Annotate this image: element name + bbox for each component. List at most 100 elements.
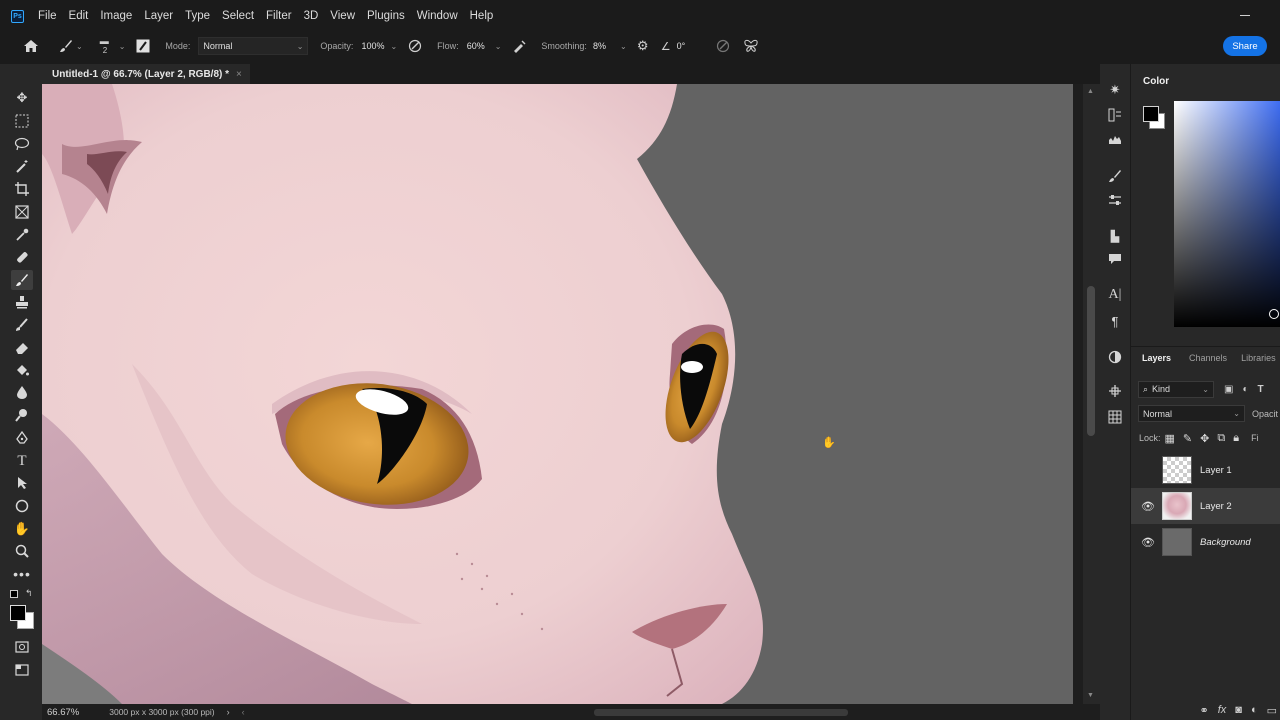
filter-type-icon[interactable]: T xyxy=(1258,384,1264,395)
scroll-left-icon[interactable]: ‹ xyxy=(242,707,245,717)
glyphs-icon[interactable]: ▙ xyxy=(1105,227,1125,245)
tab-libraries[interactable]: Libraries xyxy=(1236,353,1280,363)
lock-position-icon[interactable]: ✥ xyxy=(1200,432,1209,445)
vertical-scroll-thumb[interactable] xyxy=(1087,286,1095,436)
layer-row-layer-2[interactable]: 👁︎ Layer 2 xyxy=(1131,488,1280,524)
canvas-area[interactable]: ✋ xyxy=(42,84,1073,704)
document-tab[interactable]: Untitled-1 @ 66.7% (Layer 2, RGB/8) * × xyxy=(42,64,250,84)
minimize-window-button[interactable] xyxy=(1240,15,1250,16)
vertical-scrollbar[interactable]: ▲ ▼ xyxy=(1083,84,1100,704)
group-folder-icon[interactable]: ▭ xyxy=(1267,704,1277,717)
swatches-grid-icon[interactable] xyxy=(1105,408,1125,426)
share-button[interactable]: Share xyxy=(1223,36,1267,56)
zoom-tool-icon[interactable] xyxy=(11,541,33,561)
crop-tool-icon[interactable] xyxy=(11,179,33,199)
frame-tool-icon[interactable] xyxy=(11,202,33,222)
pressure-size-icon[interactable] xyxy=(715,39,731,53)
dodge-tool-icon[interactable] xyxy=(11,405,33,425)
home-icon[interactable] xyxy=(22,39,40,53)
blur-tool-icon[interactable] xyxy=(11,382,33,402)
path-selection-tool-icon[interactable] xyxy=(11,473,33,493)
layer-effects-icon[interactable]: fx xyxy=(1218,704,1227,716)
paint-bucket-tool-icon[interactable] xyxy=(11,360,33,380)
menu-type[interactable]: Type xyxy=(179,0,216,33)
flow-chevron-icon[interactable]: ⌄ xyxy=(495,42,502,51)
histogram-icon[interactable] xyxy=(1105,130,1125,148)
filter-pixel-icon[interactable]: ▣ xyxy=(1224,384,1233,395)
magic-wand-tool-icon[interactable] xyxy=(11,156,33,176)
lock-transparent-pixels-icon[interactable]: ▦ xyxy=(1165,432,1175,445)
ellipse-tool-icon[interactable] xyxy=(11,496,33,516)
layer-kind-filter[interactable]: ⌕ Kind ⌄ xyxy=(1138,380,1214,398)
color-panel-foreground-swatch[interactable] xyxy=(1143,106,1159,122)
hand-tool-icon[interactable]: ✋ xyxy=(11,519,33,539)
scroll-down-icon[interactable]: ▼ xyxy=(1087,692,1094,699)
menu-filter[interactable]: Filter xyxy=(260,0,298,33)
menu-image[interactable]: Image xyxy=(94,0,138,33)
tab-color[interactable]: Color xyxy=(1143,76,1169,87)
status-menu-arrow-icon[interactable]: › xyxy=(227,707,230,717)
lasso-tool-icon[interactable] xyxy=(11,134,33,154)
character-panel-icon[interactable]: A| xyxy=(1105,286,1125,304)
add-mask-icon[interactable]: ◙ xyxy=(1235,704,1242,716)
menu-plugins[interactable]: Plugins xyxy=(361,0,411,33)
more-tools-icon[interactable]: ••• xyxy=(11,564,33,584)
screen-mode-icon[interactable] xyxy=(11,660,33,680)
eyedropper-tool-icon[interactable] xyxy=(11,225,33,245)
brush-tool-preset-icon[interactable] xyxy=(58,39,74,53)
navigator-icon[interactable] xyxy=(1105,348,1125,366)
lock-image-pixels-icon[interactable]: ✎ xyxy=(1183,432,1192,445)
airbrush-icon[interactable] xyxy=(511,39,527,53)
quick-mask-icon[interactable] xyxy=(11,637,33,657)
angle-value[interactable]: 0° xyxy=(677,41,686,51)
pressure-opacity-icon[interactable] xyxy=(407,39,423,53)
brush-size-chevron-icon[interactable]: ⌄ xyxy=(119,42,126,51)
opacity-value[interactable]: 100% xyxy=(361,41,384,51)
scroll-up-icon[interactable]: ▲ xyxy=(1087,88,1094,95)
photoshop-logo-icon[interactable]: Ps xyxy=(11,10,24,23)
opacity-chevron-icon[interactable]: ⌄ xyxy=(390,42,397,51)
move-tool-icon[interactable]: ✥ xyxy=(11,88,33,108)
menu-help[interactable]: Help xyxy=(464,0,500,33)
healing-brush-tool-icon[interactable] xyxy=(11,247,33,267)
comments-icon[interactable] xyxy=(1105,250,1125,268)
layer-row-layer-1[interactable]: Layer 1 xyxy=(1131,452,1280,488)
tab-layers[interactable]: Layers xyxy=(1131,353,1176,363)
color-picker-handle[interactable] xyxy=(1269,309,1279,319)
brush-preset-chevron-icon[interactable]: ⌄ xyxy=(76,42,83,51)
menu-select[interactable]: Select xyxy=(216,0,260,33)
adjustment-layer-icon[interactable]: ◐ xyxy=(1251,704,1258,716)
type-tool-icon[interactable]: T xyxy=(11,451,33,471)
lock-all-icon[interactable]: 🔒︎ xyxy=(1233,432,1239,445)
flow-value[interactable]: 60% xyxy=(467,41,485,51)
eye-icon[interactable]: 👁︎ xyxy=(1140,500,1156,513)
menu-3d[interactable]: 3D xyxy=(298,0,325,33)
gear-icon[interactable]: ⚙ xyxy=(635,38,651,54)
menu-edit[interactable]: Edit xyxy=(63,0,95,33)
lock-artboard-icon[interactable]: ⧉ xyxy=(1217,432,1225,445)
eraser-tool-icon[interactable] xyxy=(11,338,33,358)
menu-window[interactable]: Window xyxy=(411,0,464,33)
properties-icon[interactable] xyxy=(1105,106,1125,124)
brush-settings-panel-icon[interactable] xyxy=(135,39,151,53)
layer-row-background[interactable]: 👁︎ Background xyxy=(1131,524,1280,560)
blend-mode-dropdown[interactable]: Normal ⌄ xyxy=(1138,405,1245,422)
marquee-tool-icon[interactable] xyxy=(11,111,33,131)
smoothing-chevron-icon[interactable]: ⌄ xyxy=(620,42,627,51)
mode-dropdown[interactable]: Normal ⌄ xyxy=(198,37,309,55)
zoom-level[interactable]: 66.67% xyxy=(47,707,79,718)
menu-view[interactable]: View xyxy=(324,0,361,33)
tab-channels[interactable]: Channels xyxy=(1184,353,1232,363)
symmetry-butterfly-icon[interactable] xyxy=(743,39,759,53)
filter-adjustment-icon[interactable]: ◐ xyxy=(1242,384,1248,395)
adjustments-sliders-icon[interactable] xyxy=(1105,191,1125,209)
brightness-adjust-icon[interactable]: ✷ xyxy=(1105,81,1125,99)
pen-tool-icon[interactable] xyxy=(11,428,33,448)
smoothing-value[interactable]: 8% xyxy=(593,41,606,51)
timeline-icon[interactable] xyxy=(1105,382,1125,400)
link-layers-icon[interactable]: ⚭ xyxy=(1200,704,1209,717)
default-colors-icon[interactable] xyxy=(10,590,18,598)
foreground-color-swatch[interactable] xyxy=(10,605,26,621)
color-picker-field[interactable] xyxy=(1174,101,1280,327)
menu-file[interactable]: File xyxy=(32,0,63,33)
